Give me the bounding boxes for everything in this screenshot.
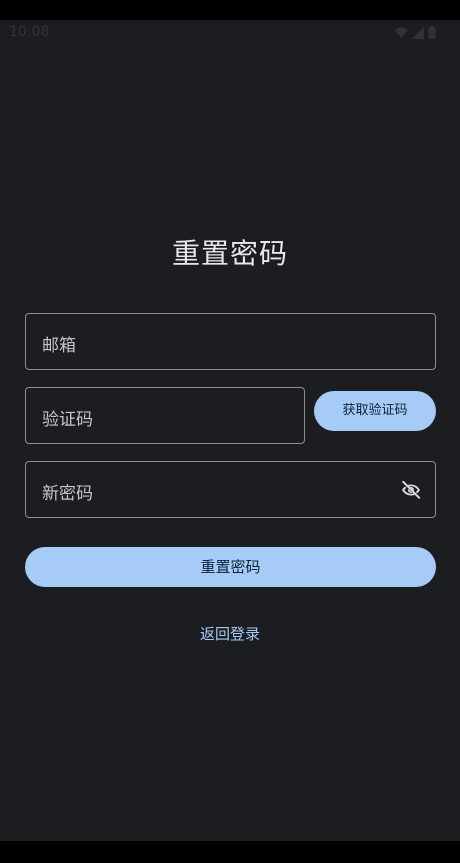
get-code-button[interactable]: 获取验证码 [314,391,436,431]
status-icons [394,26,436,39]
reset-password-screen: 10:08 重置密码 邮箱 验证码 获取验证码 新密码 重置密码 返回登录 [0,20,460,841]
page-title: 重置密码 [171,237,288,270]
bottom-system-bar [0,841,460,863]
reset-password-button[interactable]: 重置密码 [25,547,436,587]
email-field-label: 邮箱 [42,336,76,356]
verification-code-field[interactable]: 验证码 [25,387,305,444]
email-field[interactable]: 邮箱 [25,313,436,370]
battery-icon [428,26,436,39]
screen: 10:08 重置密码 邮箱 验证码 获取验证码 新密码 重置密码 返回登录 [0,0,460,863]
top-system-bar [0,0,460,20]
new-password-label: 新密码 [42,484,93,504]
new-password-field[interactable]: 新密码 [25,461,436,518]
back-to-login-link[interactable]: 返回登录 [200,625,260,643]
eye-off-icon[interactable] [399,478,423,502]
status-time: 10:08 [9,24,50,40]
verification-code-label: 验证码 [42,410,93,430]
signal-icon [412,26,424,39]
wifi-icon [394,27,408,38]
back-to-login-row: 返回登录 [0,623,460,644]
